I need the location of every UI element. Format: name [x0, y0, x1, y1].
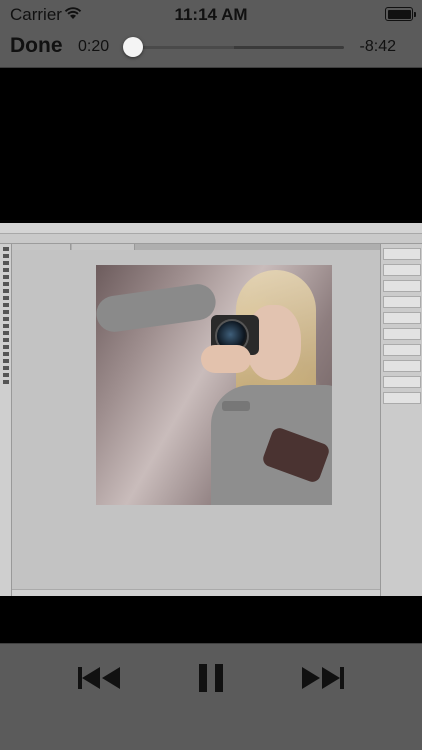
scrubber-thumb[interactable]: [123, 37, 143, 57]
playback-controls: [0, 643, 422, 750]
video-app-options-bar: [0, 234, 422, 244]
video-area[interactable]: [0, 68, 422, 643]
battery-icon: [385, 7, 416, 21]
skip-forward-icon[interactable]: [300, 663, 344, 693]
video-app-panels: [380, 244, 422, 596]
video-photo: [96, 265, 332, 505]
elapsed-time: 0:20: [78, 38, 110, 55]
skip-back-icon[interactable]: [78, 663, 122, 693]
status-bar: Carrier 11:14 AM: [0, 0, 422, 30]
pause-icon[interactable]: [197, 663, 225, 693]
video-app-statusbar: [12, 589, 380, 596]
video-app-menubar: [0, 223, 422, 234]
remaining-time: -8:42: [359, 38, 396, 55]
clock: 11:14 AM: [174, 5, 248, 24]
video-app-toolbox: [0, 244, 12, 596]
scrubber-track[interactable]: [123, 37, 344, 57]
player-top-bar: Done 0:20 -8:42: [0, 30, 422, 68]
buffer-bar: [134, 46, 234, 49]
video-frame: [0, 223, 422, 596]
done-button[interactable]: Done: [10, 34, 63, 58]
